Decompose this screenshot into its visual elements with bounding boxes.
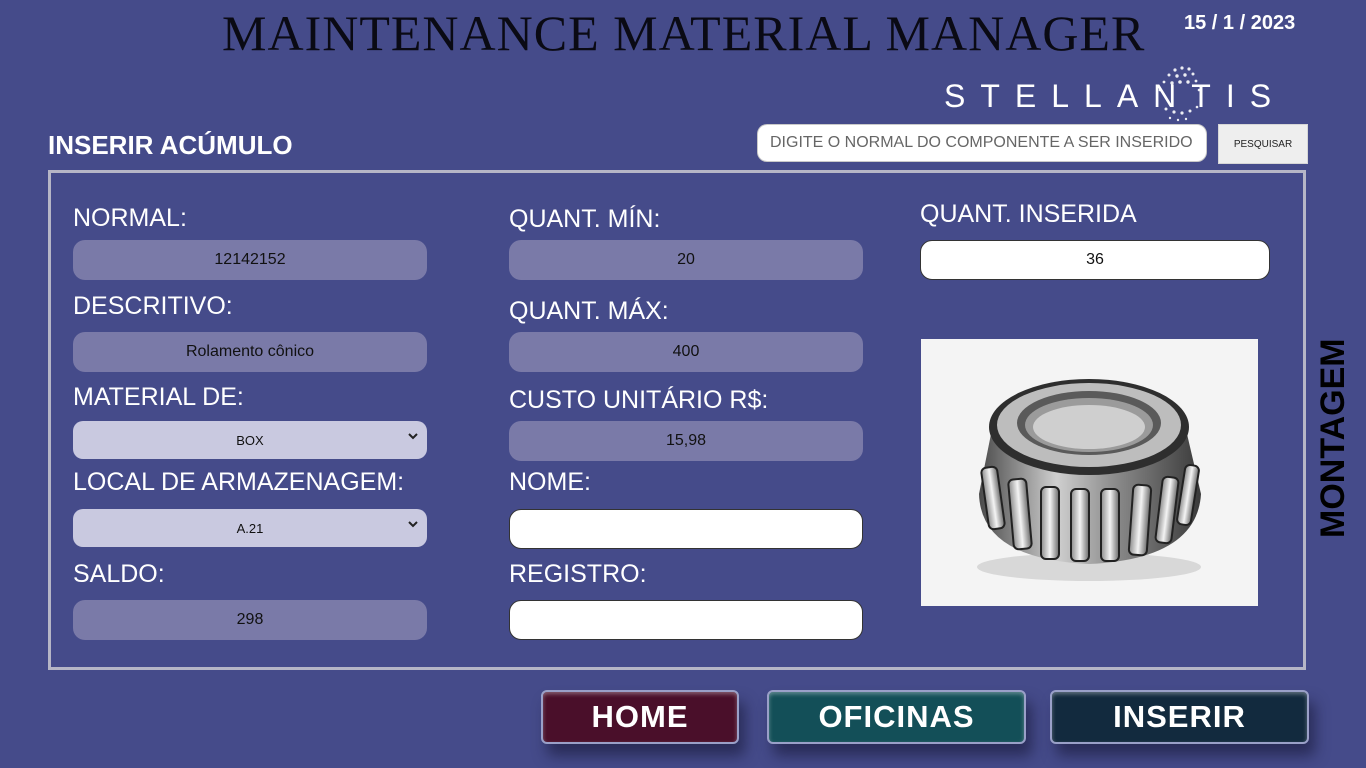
section-title: INSERIR ACÚMULO bbox=[48, 130, 293, 160]
search-input[interactable] bbox=[757, 124, 1207, 162]
registro-input[interactable] bbox=[509, 600, 863, 640]
bearing-icon bbox=[977, 379, 1201, 581]
normal-field: 12142152 bbox=[73, 240, 427, 280]
material-de-select[interactable]: BOX bbox=[73, 421, 427, 459]
local-label: LOCAL DE ARMAZENAGEM: bbox=[73, 468, 405, 496]
custo-field: 15,98 bbox=[509, 421, 863, 461]
chevron-down-icon bbox=[408, 521, 418, 528]
vertical-section-label: MONTAGEM bbox=[1300, 320, 1360, 540]
search-button[interactable]: PESQUISAR bbox=[1218, 124, 1308, 164]
quant-min-field: 20 bbox=[509, 240, 863, 280]
oficinas-button[interactable]: OFICINAS bbox=[767, 690, 1026, 744]
custo-label: CUSTO UNITÁRIO R$: bbox=[509, 386, 769, 414]
montagem-label: MONTAGEM bbox=[1314, 338, 1352, 538]
stellantis-logo: STELLANTIS bbox=[940, 62, 1340, 122]
chevron-down-icon bbox=[408, 433, 418, 440]
local-value: A.21 bbox=[236, 520, 264, 536]
nome-input[interactable] bbox=[509, 509, 863, 549]
product-image bbox=[921, 339, 1258, 606]
quant-inserida-label: QUANT. INSERIDA bbox=[920, 200, 1137, 228]
local-select[interactable]: A.21 bbox=[73, 509, 427, 547]
inserir-button[interactable]: INSERIR bbox=[1050, 690, 1309, 744]
nome-label: NOME: bbox=[509, 468, 591, 496]
quant-max-label: QUANT. MÁX: bbox=[509, 297, 669, 325]
quant-min-label: QUANT. MÍN: bbox=[509, 205, 661, 233]
registro-label: REGISTRO: bbox=[509, 560, 647, 588]
material-de-value: BOX bbox=[236, 432, 264, 448]
app-title: MAINTENANCE MATERIAL MANAGER bbox=[222, 5, 1146, 61]
date-display: 15 / 1 / 2023 bbox=[1184, 12, 1296, 34]
home-button[interactable]: HOME bbox=[541, 690, 739, 744]
saldo-field: 298 bbox=[73, 600, 427, 640]
material-de-label: MATERIAL DE: bbox=[73, 383, 244, 411]
descritivo-label: DESCRITIVO: bbox=[73, 292, 233, 320]
quant-max-field: 400 bbox=[509, 332, 863, 372]
normal-label: NORMAL: bbox=[73, 204, 187, 232]
descritivo-field: Rolamento cônico bbox=[73, 332, 427, 372]
logo-text: STELLANTIS bbox=[944, 78, 1286, 114]
quant-inserida-input[interactable]: 36 bbox=[920, 240, 1270, 280]
saldo-label: SALDO: bbox=[73, 560, 165, 588]
